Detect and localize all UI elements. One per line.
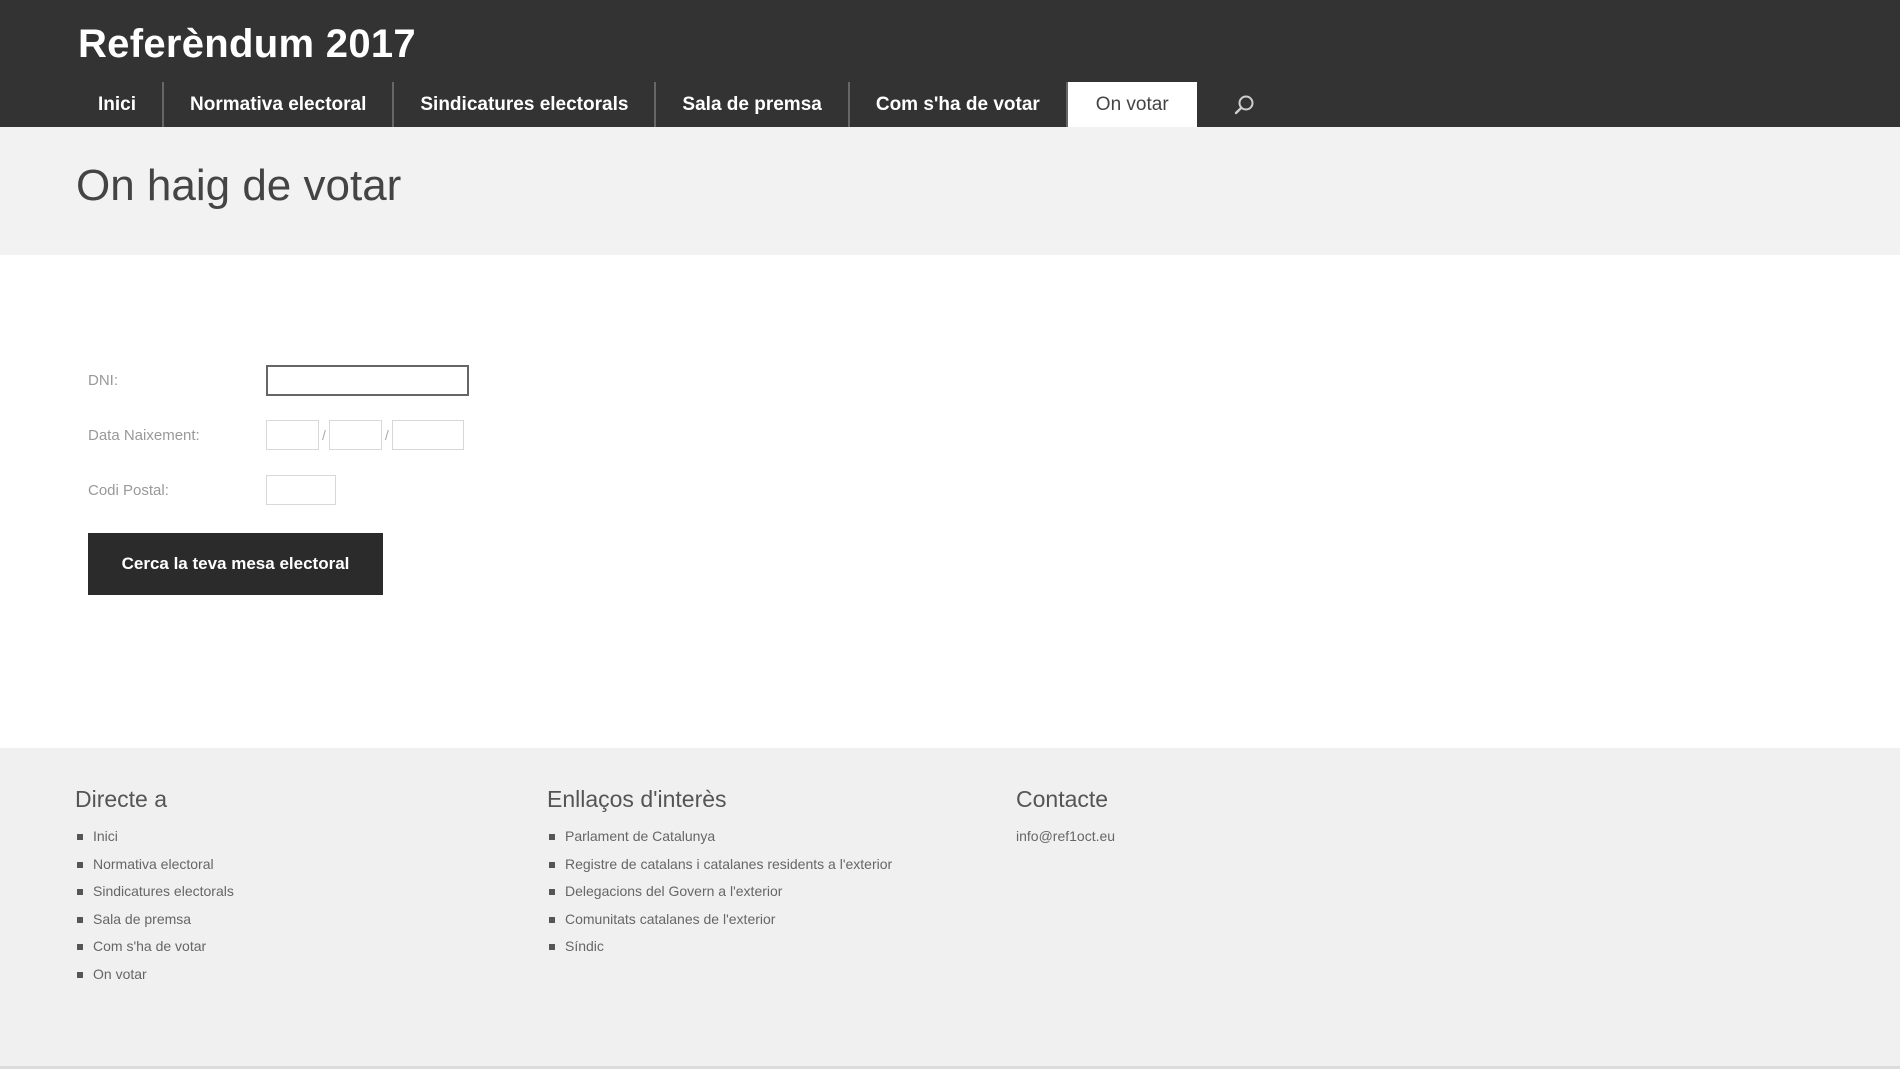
footer-col-directe: Directe a Inici Normativa electoral Sind… — [75, 786, 234, 988]
footer-col-contacte: Contacte info@ref1oct.eu — [1016, 786, 1115, 851]
main-nav: Inici Normativa electoral Sindicatures e… — [78, 82, 1291, 127]
footer-link[interactable]: Normativa electoral — [75, 851, 234, 879]
postal-code-row: Codi Postal: — [88, 472, 469, 508]
postal-code-label: Codi Postal: — [88, 481, 169, 499]
nav-item-sala-de-premsa[interactable]: Sala de premsa — [656, 82, 850, 127]
footer-links-enllacos: Parlament de Catalunya Registre de catal… — [547, 823, 892, 961]
site-footer: Directe a Inici Normativa electoral Sind… — [0, 748, 1900, 1069]
nav-item-normativa-electoral[interactable]: Normativa electoral — [164, 82, 395, 127]
footer-link[interactable]: Delegacions del Govern a l'exterior — [547, 878, 892, 906]
footer-link[interactable]: Parlament de Catalunya — [547, 823, 892, 851]
postal-code-input[interactable] — [266, 475, 336, 505]
page-title: On haig de votar — [76, 161, 402, 210]
birth-month-input[interactable] — [328, 420, 382, 450]
footer-heading-directe: Directe a — [75, 786, 168, 812]
search-polling-station-button[interactable]: Cerca la teva mesa electoral — [88, 533, 383, 595]
nav-item-on-votar[interactable]: On votar — [1065, 82, 1197, 127]
contact-email-link[interactable]: info@ref1oct.eu — [1016, 823, 1115, 851]
polling-station-form: DNI: Data Naixement: / / Codi Postal: Ce… — [88, 362, 469, 595]
birth-date-row: Data Naixement: / / — [88, 417, 469, 453]
site-title[interactable]: Referèndum 2017 — [78, 22, 416, 67]
footer-link[interactable]: Registre de catalans i catalanes residen… — [547, 851, 892, 879]
footer-links-directe: Inici Normativa electoral Sindicatures e… — [75, 823, 234, 988]
dni-row: DNI: — [88, 362, 469, 398]
nav-item-com-sha-de-votar[interactable]: Com s'ha de votar — [850, 82, 1066, 127]
footer-heading-contacte: Contacte — [1016, 786, 1109, 812]
footer-link[interactable]: Síndic — [547, 933, 892, 961]
footer-link[interactable]: Sala de premsa — [75, 906, 234, 934]
nav-item-sindicatures-electorals[interactable]: Sindicatures electorals — [394, 82, 657, 127]
site-header: Referèndum 2017 Inici Normativa electora… — [0, 0, 1900, 127]
footer-link[interactable]: On votar — [75, 961, 234, 989]
birth-date-label: Data Naixement: — [88, 426, 200, 444]
footer-link[interactable]: Sindicatures electorals — [75, 878, 234, 906]
search-icon[interactable] — [1197, 82, 1291, 127]
date-separator: / — [322, 427, 326, 443]
nav-item-inici[interactable]: Inici — [78, 82, 165, 127]
footer-link[interactable]: Com s'ha de votar — [75, 933, 234, 961]
footer-link[interactable]: Inici — [75, 823, 234, 851]
birth-day-input[interactable] — [266, 420, 319, 450]
date-separator: / — [384, 427, 389, 443]
footer-heading-enllacos: Enllaços d'interès — [547, 786, 727, 812]
footer-col-enllacos: Enllaços d'interès Parlament de Cataluny… — [547, 786, 892, 961]
footer-link[interactable]: Comunitats catalanes de l'exterior — [547, 906, 892, 934]
dni-input[interactable] — [266, 364, 469, 396]
page-title-band: On haig de votar — [0, 127, 1900, 255]
dni-label: DNI: — [88, 371, 118, 389]
birth-year-input[interactable] — [391, 420, 464, 450]
